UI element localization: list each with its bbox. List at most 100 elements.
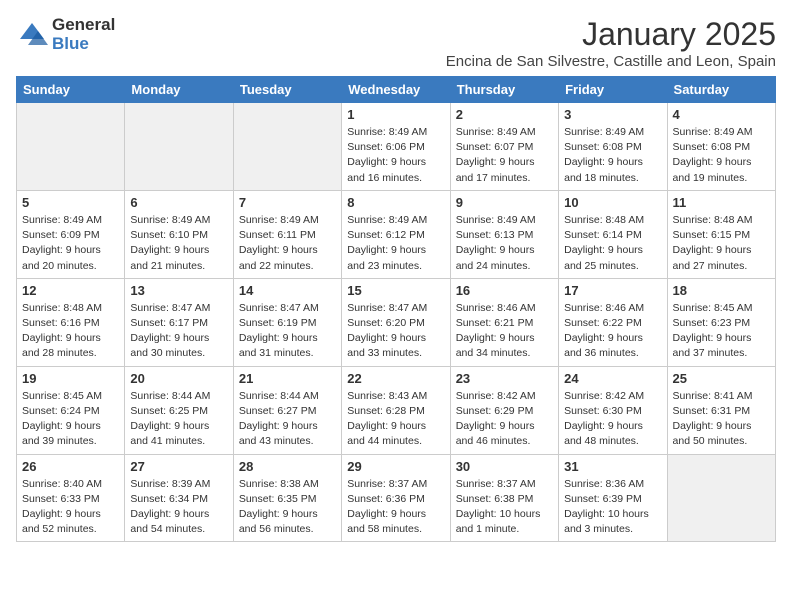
calendar-cell — [667, 454, 775, 542]
day-number: 6 — [130, 195, 227, 210]
calendar-cell: 24 Sunrise: 8:42 AM Sunset: 6:30 PM Dayli… — [559, 366, 667, 454]
day-info: Sunrise: 8:47 AM Sunset: 6:17 PM Dayligh… — [130, 301, 227, 362]
day-info: Sunrise: 8:47 AM Sunset: 6:20 PM Dayligh… — [347, 301, 444, 362]
calendar-cell: 20 Sunrise: 8:44 AM Sunset: 6:25 PM Dayli… — [125, 366, 233, 454]
day-number: 13 — [130, 283, 227, 298]
day-number: 25 — [673, 371, 770, 386]
day-info: Sunrise: 8:49 AM Sunset: 6:11 PM Dayligh… — [239, 213, 336, 274]
day-info: Sunrise: 8:48 AM Sunset: 6:14 PM Dayligh… — [564, 213, 661, 274]
day-number: 21 — [239, 371, 336, 386]
day-info: Sunrise: 8:40 AM Sunset: 6:33 PM Dayligh… — [22, 477, 119, 538]
calendar-table: SundayMondayTuesdayWednesdayThursdayFrid… — [16, 76, 776, 542]
day-number: 4 — [673, 107, 770, 122]
calendar-cell — [17, 103, 125, 191]
day-number: 31 — [564, 459, 661, 474]
day-info: Sunrise: 8:37 AM Sunset: 6:38 PM Dayligh… — [456, 477, 553, 538]
day-info: Sunrise: 8:49 AM Sunset: 6:08 PM Dayligh… — [564, 125, 661, 186]
day-info: Sunrise: 8:44 AM Sunset: 6:25 PM Dayligh… — [130, 389, 227, 450]
day-number: 27 — [130, 459, 227, 474]
header: General Blue January 2025 Encina de San … — [16, 16, 776, 70]
calendar-cell: 19Sunrise: 8:45 AM Sunset: 6:24 PM Dayli… — [17, 366, 125, 454]
calendar-cell: 1 Sunrise: 8:49 AM Sunset: 6:06 PM Daylig… — [342, 103, 450, 191]
calendar-cell: 11Sunrise: 8:48 AM Sunset: 6:15 PM Dayli… — [667, 190, 775, 278]
day-info: Sunrise: 8:45 AM Sunset: 6:23 PM Dayligh… — [673, 301, 770, 362]
calendar-cell: 2Sunrise: 8:49 AM Sunset: 6:07 PM Daylig… — [450, 103, 558, 191]
calendar-cell: 29Sunrise: 8:37 AM Sunset: 6:36 PM Dayli… — [342, 454, 450, 542]
day-info: Sunrise: 8:49 AM Sunset: 6:06 PM Dayligh… — [347, 125, 444, 186]
calendar-cell: 30 Sunrise: 8:37 AM Sunset: 6:38 PM Dayli… — [450, 454, 558, 542]
calendar-cell: 31 Sunrise: 8:36 AM Sunset: 6:39 PM Dayli… — [559, 454, 667, 542]
calendar-week-4: 19Sunrise: 8:45 AM Sunset: 6:24 PM Dayli… — [17, 366, 776, 454]
day-info: Sunrise: 8:49 AM Sunset: 6:09 PM Dayligh… — [22, 213, 119, 274]
logo-general: General — [52, 16, 115, 35]
day-number: 14 — [239, 283, 336, 298]
calendar-cell: 9 Sunrise: 8:49 AM Sunset: 6:13 PM Daylig… — [450, 190, 558, 278]
calendar-cell — [125, 103, 233, 191]
calendar-week-1: 1 Sunrise: 8:49 AM Sunset: 6:06 PM Daylig… — [17, 103, 776, 191]
day-number: 22 — [347, 371, 444, 386]
calendar-week-3: 12Sunrise: 8:48 AM Sunset: 6:16 PM Dayli… — [17, 278, 776, 366]
day-info: Sunrise: 8:44 AM Sunset: 6:27 PM Dayligh… — [239, 389, 336, 450]
day-number: 1 — [347, 107, 444, 122]
day-number: 12 — [22, 283, 119, 298]
logo: General Blue — [16, 16, 115, 53]
calendar-cell: 4Sunrise: 8:49 AM Sunset: 6:08 PM Daylig… — [667, 103, 775, 191]
day-number: 20 — [130, 371, 227, 386]
month-title: January 2025 — [446, 16, 776, 53]
day-info: Sunrise: 8:42 AM Sunset: 6:29 PM Dayligh… — [456, 389, 553, 450]
day-number: 10 — [564, 195, 661, 210]
calendar-cell: 10 Sunrise: 8:48 AM Sunset: 6:14 PM Dayli… — [559, 190, 667, 278]
day-number: 28 — [239, 459, 336, 474]
day-number: 18 — [673, 283, 770, 298]
calendar-cell: 28 Sunrise: 8:38 AM Sunset: 6:35 PM Dayli… — [233, 454, 341, 542]
weekday-header-row: SundayMondayTuesdayWednesdayThursdayFrid… — [17, 77, 776, 103]
weekday-header-friday: Friday — [559, 77, 667, 103]
day-info: Sunrise: 8:47 AM Sunset: 6:19 PM Dayligh… — [239, 301, 336, 362]
subtitle: Encina de San Silvestre, Castille and Le… — [446, 53, 776, 70]
day-info: Sunrise: 8:39 AM Sunset: 6:34 PM Dayligh… — [130, 477, 227, 538]
day-number: 5 — [22, 195, 119, 210]
calendar-cell: 12Sunrise: 8:48 AM Sunset: 6:16 PM Dayli… — [17, 278, 125, 366]
calendar-cell: 17 Sunrise: 8:46 AM Sunset: 6:22 PM Dayli… — [559, 278, 667, 366]
day-info: Sunrise: 8:46 AM Sunset: 6:21 PM Dayligh… — [456, 301, 553, 362]
day-info: Sunrise: 8:36 AM Sunset: 6:39 PM Dayligh… — [564, 477, 661, 538]
weekday-header-thursday: Thursday — [450, 77, 558, 103]
calendar-cell: 15 Sunrise: 8:47 AM Sunset: 6:20 PM Dayli… — [342, 278, 450, 366]
day-info: Sunrise: 8:46 AM Sunset: 6:22 PM Dayligh… — [564, 301, 661, 362]
day-number: 29 — [347, 459, 444, 474]
day-number: 26 — [22, 459, 119, 474]
day-number: 17 — [564, 283, 661, 298]
title-block: January 2025 Encina de San Silvestre, Ca… — [446, 16, 776, 70]
day-number: 16 — [456, 283, 553, 298]
day-info: Sunrise: 8:42 AM Sunset: 6:30 PM Dayligh… — [564, 389, 661, 450]
calendar-cell: 18 Sunrise: 8:45 AM Sunset: 6:23 PM Dayli… — [667, 278, 775, 366]
weekday-header-monday: Monday — [125, 77, 233, 103]
logo-icon — [16, 19, 48, 51]
weekday-header-tuesday: Tuesday — [233, 77, 341, 103]
day-number: 30 — [456, 459, 553, 474]
calendar-week-5: 26 Sunrise: 8:40 AM Sunset: 6:33 PM Dayli… — [17, 454, 776, 542]
calendar-cell: 14 Sunrise: 8:47 AM Sunset: 6:19 PM Dayli… — [233, 278, 341, 366]
day-number: 7 — [239, 195, 336, 210]
day-info: Sunrise: 8:41 AM Sunset: 6:31 PM Dayligh… — [673, 389, 770, 450]
day-number: 15 — [347, 283, 444, 298]
day-number: 24 — [564, 371, 661, 386]
day-info: Sunrise: 8:38 AM Sunset: 6:35 PM Dayligh… — [239, 477, 336, 538]
day-info: Sunrise: 8:49 AM Sunset: 6:13 PM Dayligh… — [456, 213, 553, 274]
logo-blue: Blue — [52, 35, 115, 54]
day-number: 23 — [456, 371, 553, 386]
calendar-cell: 25 Sunrise: 8:41 AM Sunset: 6:31 PM Dayli… — [667, 366, 775, 454]
day-number: 9 — [456, 195, 553, 210]
calendar-cell — [233, 103, 341, 191]
day-info: Sunrise: 8:49 AM Sunset: 6:12 PM Dayligh… — [347, 213, 444, 274]
calendar-cell: 5 Sunrise: 8:49 AM Sunset: 6:09 PM Daylig… — [17, 190, 125, 278]
day-info: Sunrise: 8:49 AM Sunset: 6:07 PM Dayligh… — [456, 125, 553, 186]
calendar-cell: 22Sunrise: 8:43 AM Sunset: 6:28 PM Dayli… — [342, 366, 450, 454]
calendar-cell: 6Sunrise: 8:49 AM Sunset: 6:10 PM Daylig… — [125, 190, 233, 278]
calendar-cell: 13 Sunrise: 8:47 AM Sunset: 6:17 PM Dayli… — [125, 278, 233, 366]
calendar-cell: 26 Sunrise: 8:40 AM Sunset: 6:33 PM Dayli… — [17, 454, 125, 542]
day-info: Sunrise: 8:48 AM Sunset: 6:15 PM Dayligh… — [673, 213, 770, 274]
calendar-week-2: 5 Sunrise: 8:49 AM Sunset: 6:09 PM Daylig… — [17, 190, 776, 278]
day-number: 19 — [22, 371, 119, 386]
calendar-cell: 7 Sunrise: 8:49 AM Sunset: 6:11 PM Daylig… — [233, 190, 341, 278]
